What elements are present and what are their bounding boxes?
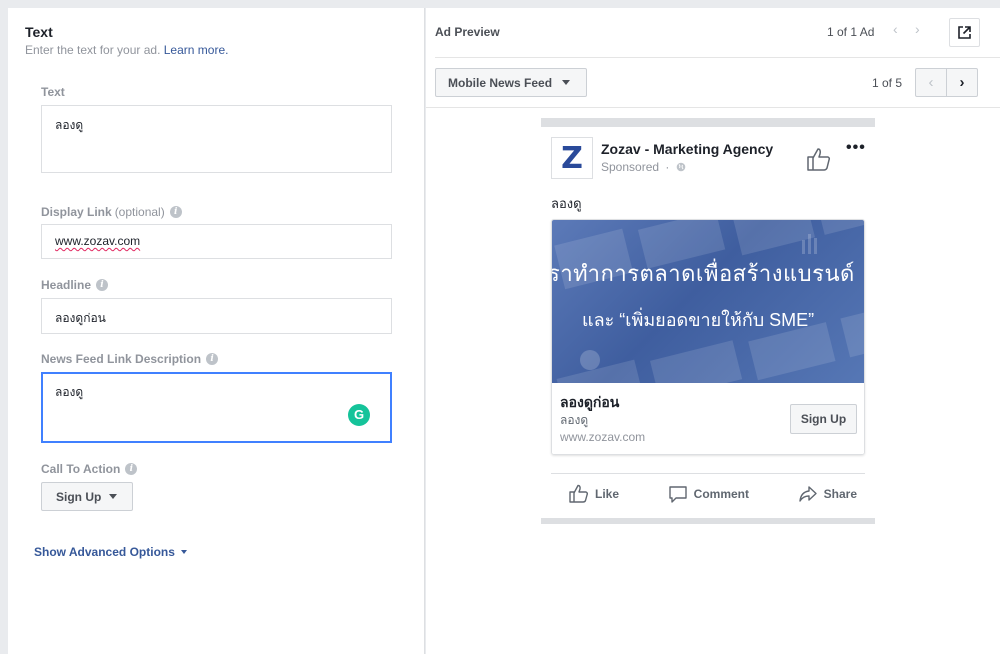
ad-preview-panel: Ad Preview 1 of 1 Ad ‹ › Mobile News Fee… [426,8,1000,654]
optional-note: (optional) [114,205,165,219]
prev-ad-chevron-icon[interactable]: ‹ [893,21,898,37]
divider [426,107,1000,108]
nf-description-value: ลองดู [55,385,84,399]
caret-down-icon [180,550,187,554]
sponsored-text: Sponsored [601,160,660,174]
share-button[interactable]: Share [798,484,857,503]
display-link-label-text: Display Link [41,205,112,219]
like-icon [569,484,589,503]
grammarly-icon[interactable]: G [348,404,370,426]
divider [435,57,1000,58]
globe-icon [676,162,686,172]
show-advanced-options-link[interactable]: Show Advanced Options [34,545,187,559]
caret-down-icon [109,494,118,499]
display-link-value: www.zozav.com [55,234,141,248]
placement-value: Mobile News Feed [448,75,553,90]
ad-count: 1 of 1 Ad [827,25,875,39]
learn-more-link[interactable]: Learn more. [164,43,229,57]
placement-dropdown[interactable]: Mobile News Feed [435,68,587,97]
section-title: Text [25,24,53,40]
text-label: Text [41,85,65,99]
comment-label: Comment [693,486,749,501]
ad-link-card[interactable]: ราทำการตลาดเพื่อสร้างแบรนด์ และ “เพิ่มยอ… [551,219,865,455]
share-label: Share [823,486,857,501]
section-subtitle-text: Enter the text for your ad. [25,43,161,57]
headline-value: ลองดูก่อน [55,311,106,325]
ad-image-headline: ราทำการตลาดเพื่อสร้างแบรนด์ [552,261,855,286]
ad-image[interactable]: ราทำการตลาดเพื่อสร้างแบรนด์ และ “เพิ่มยอ… [552,220,864,383]
like-label: Like [595,486,620,501]
section-subtitle: Enter the text for your ad. Learn more. [25,43,228,57]
mobile-ad-preview: Z Zozav - Marketing Agency Sponsored · •… [541,118,875,524]
external-link-icon [958,26,971,39]
next-ad-chevron-icon[interactable]: › [915,21,920,37]
text-label-text: Text [41,85,65,99]
ad-link-footer: ลองดูก่อน ลองดู www.zozav.com Sign Up [552,383,864,454]
like-button[interactable]: Like [569,484,619,503]
ad-preview-title: Ad Preview [435,25,500,39]
ad-description: ลองดู [560,413,589,427]
post-actions: Like Comment Share [551,484,865,503]
preview-page-count: 1 of 5 [872,76,903,90]
open-external-button[interactable] [949,18,980,47]
primary-text-input[interactable]: ลองดู [41,105,392,173]
more-options-icon[interactable]: ••• [846,139,866,157]
comment-icon [668,485,687,503]
headline-label-text: Headline [41,278,92,292]
prev-preview-button[interactable]: ‹ [916,69,947,96]
nf-description-input[interactable]: ลองดู G [41,372,392,443]
page-logo[interactable]: Z [551,137,593,179]
cta-dropdown-value: Sign Up [56,489,102,504]
sponsored-label: Sponsored · [601,160,686,174]
page-name[interactable]: Zozav - Marketing Agency [601,141,773,157]
ad-display-link: www.zozav.com [560,430,646,444]
headline-label: Headline i [41,278,109,292]
ad-image-background [554,220,864,383]
display-link-input[interactable]: www.zozav.com [41,224,392,259]
ad-text-panel: Text Enter the text for your ad. Learn m… [8,8,425,654]
sign-up-button[interactable]: Sign Up [790,404,857,434]
info-icon[interactable]: i [169,206,182,218]
ad-primary-text: ลองดู [551,196,582,211]
cta-label-text: Call To Action [41,462,121,476]
info-icon[interactable]: i [125,463,138,475]
headline-input[interactable]: ลองดูก่อน [41,298,392,334]
display-link-label: Display Link (optional) i [41,205,182,219]
info-icon[interactable]: i [96,279,109,291]
nf-description-label-text: News Feed Link Description [41,352,202,366]
ad-image-subline: และ “เพิ่มยอดขายให้กับ SME” [582,310,815,330]
preview-pager: ‹ › [915,68,978,97]
like-thumb-icon[interactable] [806,146,832,172]
divider [551,473,865,474]
caret-down-icon [562,80,571,85]
info-icon[interactable]: i [206,353,219,365]
primary-text-value: ลองดู [55,118,84,132]
comment-button[interactable]: Comment [668,484,749,503]
nf-description-label: News Feed Link Description i [41,352,219,366]
call-to-action-dropdown[interactable]: Sign Up [41,482,133,511]
next-preview-button[interactable]: › [947,69,977,96]
advanced-options-text: Show Advanced Options [34,545,175,559]
cta-label: Call To Action i [41,462,138,476]
share-icon [798,485,817,502]
